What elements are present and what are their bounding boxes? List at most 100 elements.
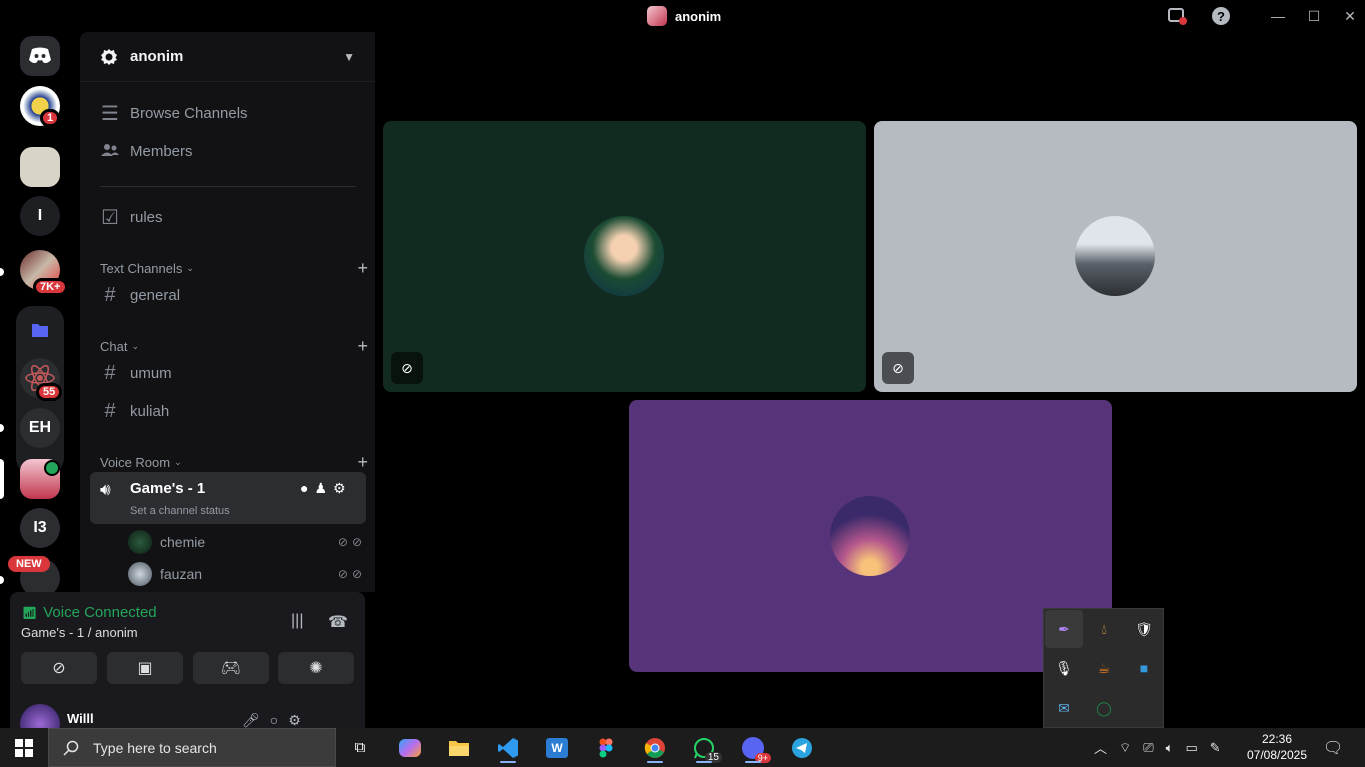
system-tray: ︿ ⌔ ⎚ 🔈︎ ▭ ✎ xyxy=(1094,728,1221,767)
members-label: Members xyxy=(130,142,193,160)
volume-icon[interactable]: 🔈︎ xyxy=(1166,740,1174,756)
members-icon xyxy=(100,140,120,163)
user-controls: 🎤︎○⚙ xyxy=(242,712,311,729)
category-label: Chat xyxy=(100,339,128,354)
file-explorer-icon[interactable] xyxy=(439,732,479,763)
taskbar-search[interactable]: Type here to search xyxy=(48,728,336,767)
circle-tray-icon[interactable]: ◯ xyxy=(1085,689,1123,727)
screen-share-button[interactable]: ▣ xyxy=(107,652,183,684)
participant-avatar xyxy=(830,496,910,576)
vscode-icon[interactable] xyxy=(488,732,528,763)
user-settings-icon[interactable]: ⚙ xyxy=(288,712,311,728)
title-bar: anonim ? — ☐ ✕ xyxy=(0,0,1365,32)
pen-icon[interactable]: ✎ xyxy=(1210,740,1221,756)
help-icon[interactable]: ? xyxy=(1210,6,1232,26)
chrome-icon[interactable] xyxy=(635,732,675,763)
taskbar: Type here to search ⧉ W 15 9+ ︿ ⌔ ⎚ 🔈︎ ▭ xyxy=(0,728,1365,767)
feather-tray-icon[interactable]: ✒ xyxy=(1045,610,1083,648)
channel-rules[interactable]: ☑ rules xyxy=(90,200,366,234)
add-channel-icon[interactable]: + xyxy=(357,452,368,473)
discord-home-icon[interactable] xyxy=(20,36,60,76)
unread-pip xyxy=(0,576,4,584)
browse-channels-link[interactable]: ☰ Browse Channels xyxy=(90,96,366,130)
activity-button[interactable]: 🎮︎ xyxy=(193,652,269,684)
channel-general[interactable]: # general xyxy=(90,278,366,312)
discord-taskbar-icon[interactable]: 9+ xyxy=(733,732,773,763)
category-label: Voice Room xyxy=(100,455,171,470)
security-shield-icon[interactable]: 🛡︎ xyxy=(1125,610,1163,648)
channel-umum[interactable]: # umum xyxy=(90,356,366,390)
chevron-down-icon: ⌄ xyxy=(174,457,182,467)
battery-icon[interactable]: ▭ xyxy=(1185,740,1197,756)
camera-off-button[interactable]: ⊘ xyxy=(21,652,97,684)
selected-pip xyxy=(0,459,4,499)
figma-icon[interactable] xyxy=(586,732,626,763)
headphones-icon[interactable]: ○ xyxy=(270,712,288,728)
add-channel-icon[interactable]: + xyxy=(357,258,368,279)
voice-member[interactable]: fauzan ⊘⊘ xyxy=(128,560,366,588)
task-view-icon[interactable]: ⧉ xyxy=(340,732,380,763)
copilot-icon[interactable] xyxy=(390,732,430,763)
video-tile[interactable]: ⊘ xyxy=(874,121,1357,392)
microphone-tray-icon[interactable]: 🎙︎ xyxy=(1045,649,1083,687)
voice-status-text: Voice Connected xyxy=(43,604,157,621)
noise-suppression-icon[interactable]: ||| xyxy=(291,612,303,630)
taskbar-clock[interactable]: 22:36 07/08/2025 xyxy=(1246,731,1308,763)
whatsapp-icon[interactable]: 15 xyxy=(684,732,724,763)
disconnect-icon[interactable]: ☎ xyxy=(328,612,348,632)
voice-location[interactable]: Game's - 1 / anonim xyxy=(21,625,138,640)
hash-icon: # xyxy=(104,283,116,306)
voice-status[interactable]: 📶︎ Voice Connected xyxy=(22,604,157,621)
microphone-icon[interactable]: 🎤︎ xyxy=(242,712,270,728)
category-chat[interactable]: Chat ⌄ + xyxy=(100,336,368,357)
java-tray-icon[interactable]: ☕︎ xyxy=(1085,649,1123,687)
chat-icon[interactable]: ● xyxy=(300,480,314,496)
member-name: chemie xyxy=(160,534,206,550)
network-icon[interactable]: ⌔ xyxy=(1119,740,1131,756)
invite-icon[interactable]: ♟ xyxy=(314,480,333,496)
video-tile[interactable] xyxy=(629,400,1112,672)
windows-start-icon[interactable] xyxy=(0,728,48,767)
show-hidden-icons-icon[interactable]: ︿ xyxy=(1094,738,1107,757)
notification-center-icon[interactable]: 🗨︎ xyxy=(1323,728,1343,767)
drop-tray-icon[interactable]: 💧︎ xyxy=(1085,610,1123,648)
maximize-icon[interactable]: ☐ xyxy=(1303,6,1325,26)
muted-deafened-icon: ⊘⊘ xyxy=(337,567,366,581)
mail-tray-icon[interactable]: ✉ xyxy=(1045,689,1083,727)
divider xyxy=(100,186,356,187)
server-initial[interactable]: EH xyxy=(20,408,60,448)
close-icon[interactable]: ✕ xyxy=(1339,6,1361,26)
category-voice-room[interactable]: Voice Room ⌄ + xyxy=(100,452,368,473)
server-initial[interactable]: I xyxy=(20,196,60,236)
minimize-icon[interactable]: — xyxy=(1267,6,1289,26)
video-tile[interactable]: ⊘ xyxy=(383,121,866,392)
settings-gear-icon[interactable]: ⚙ xyxy=(333,480,352,496)
running-indicator xyxy=(500,761,516,763)
word-icon[interactable]: W xyxy=(537,732,577,763)
blue-app-tray-icon[interactable]: ■ xyxy=(1125,649,1163,687)
tray-overflow-popup: ✒ 💧︎ 🛡︎ 🎙︎ ☕︎ ■ ✉ ◯ xyxy=(1043,608,1164,728)
voice-channel-name: Game's - 1 xyxy=(130,480,206,497)
add-channel-icon[interactable]: + xyxy=(357,336,368,357)
screen-share-icon: ▣ xyxy=(137,660,153,677)
running-indicator xyxy=(745,761,761,763)
server-avatar[interactable] xyxy=(20,147,60,187)
channel-status[interactable]: Set a channel status xyxy=(130,505,230,517)
server-header[interactable]: anonim ▼ xyxy=(80,32,375,82)
voice-channel-active[interactable]: 🔊︎ Game's - 1 Set a channel status ●♟⚙ xyxy=(90,472,366,524)
user-name: Willl xyxy=(67,711,94,726)
members-link[interactable]: Members xyxy=(90,134,366,168)
display-icon[interactable]: ⎚ xyxy=(1143,740,1153,756)
voice-member[interactable]: chemie ⊘⊘ xyxy=(128,528,366,556)
telegram-icon[interactable] xyxy=(782,732,822,763)
server-initial[interactable]: I3 xyxy=(20,508,60,548)
inbox-icon[interactable] xyxy=(1166,6,1188,26)
voice-panel: 📶︎ Voice Connected Game's - 1 / anonim |… xyxy=(10,592,365,744)
folder-icon[interactable] xyxy=(20,310,60,350)
soundboard-button[interactable]: ✺ xyxy=(278,652,354,684)
signal-icon: 📶︎ xyxy=(22,605,38,620)
hash-icon: # xyxy=(104,361,116,384)
channel-kuliah[interactable]: # kuliah xyxy=(90,394,366,428)
participant-avatar xyxy=(1075,216,1155,296)
category-text-channels[interactable]: Text Channels ⌄ + xyxy=(100,258,368,279)
